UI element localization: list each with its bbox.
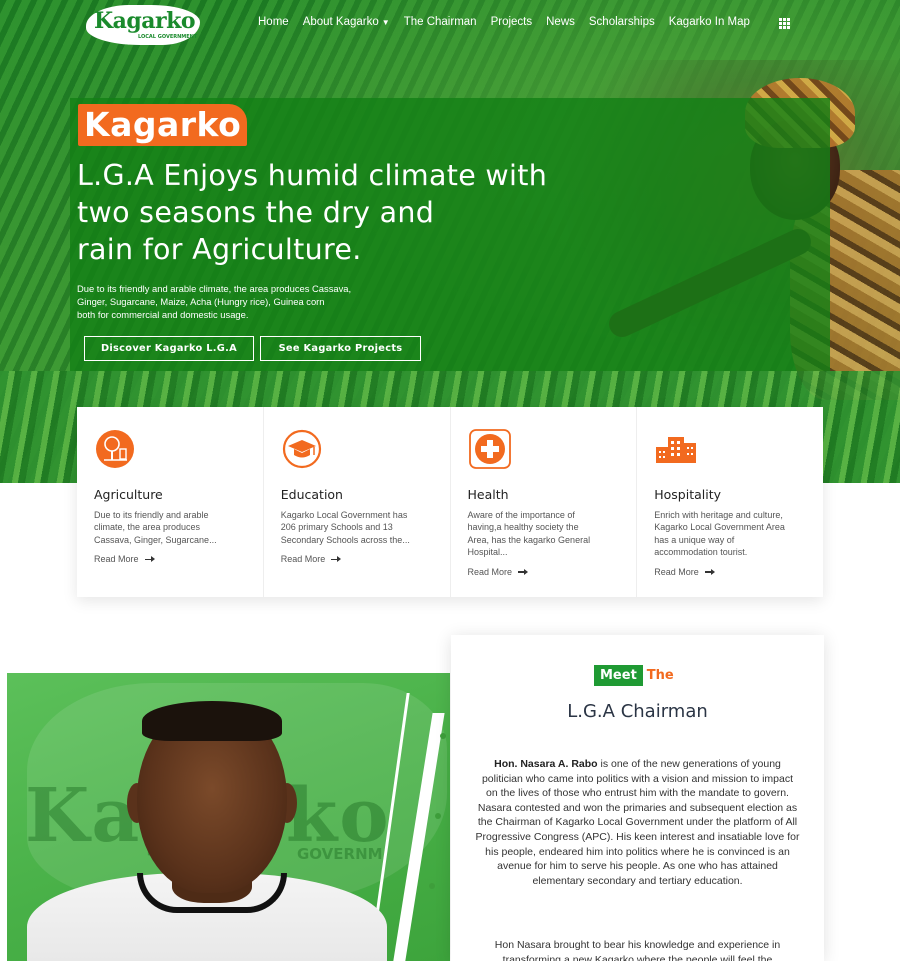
feature-text: Aware of the importance of having,a heal… [468, 509, 621, 559]
feature-text-line: 206 primary Schools and 13 [280, 522, 393, 533]
nav-item-label: Kagarko In Map [668, 16, 750, 28]
arrow-right-icon [331, 555, 342, 563]
feature-card-agriculture: Agriculture Due to its friendly and arab… [77, 407, 264, 597]
feature-text: Kagarko Local Government has 206 primary… [281, 509, 434, 546]
feature-text-line: Aware of the importance of [467, 510, 575, 520]
read-more-link[interactable]: Read More [468, 567, 621, 577]
read-more-label: Read More [280, 554, 326, 565]
chairman-name: Hon. Nasara A. Rabo [494, 758, 598, 770]
hero-badge: Kagarko [78, 104, 248, 146]
chairman-card: Meet The L.G.A Chairman Hon. Nasara A. R… [451, 635, 824, 961]
nav-item-label: Home [258, 16, 289, 28]
chevron-down-icon: ▼ [381, 17, 390, 27]
read-more-label: Read More [94, 554, 139, 565]
hotel-building-icon [654, 429, 698, 469]
read-more-label: Read More [467, 566, 513, 577]
nav-item-chairman[interactable]: The Chairman [404, 16, 477, 28]
logo-text: Kagarko [94, 8, 196, 34]
hero-headline: L.G.A Enjoys humid climate with two seas… [77, 157, 677, 268]
tree-icon [94, 429, 138, 469]
chairman-bio-continued: Hon Nasara brought to bear his knowledge… [494, 939, 781, 961]
feature-text-line: Area, has the kagarko General [467, 534, 591, 545]
hero-headline-line: L.G.A Enjoys humid climate with [77, 159, 548, 192]
nav-item-scholarships[interactable]: Scholarships [589, 16, 655, 28]
nav-item-home[interactable]: Home [258, 16, 289, 28]
feature-text-line: Secondary Schools across the... [280, 534, 410, 545]
arrow-right-icon [704, 568, 715, 576]
hero-description: Due to its friendly and arable climate, … [77, 282, 407, 322]
feature-text-line: accommodation tourist. [654, 547, 748, 558]
discover-button[interactable]: Discover Kagarko L.G.A [84, 336, 254, 361]
nav-item-news[interactable]: News [546, 16, 575, 28]
arrow-right-icon [144, 555, 155, 563]
feature-title: Hospitality [654, 487, 722, 502]
feature-card-health: Health Aware of the importance of having… [451, 407, 638, 597]
feature-title: Education [280, 487, 343, 502]
feature-title: Agriculture [94, 487, 163, 502]
hero-headline-line: rain for Agriculture. [77, 233, 362, 266]
logo-subtext: LOCAL GOVERNMENT [138, 34, 198, 40]
kicker-highlight: Meet [594, 665, 643, 686]
decorative-dot [435, 813, 441, 819]
read-more-link[interactable]: Read More [654, 567, 807, 577]
feature-text-line: Cassava, Ginger, Sugarcane... [94, 534, 217, 545]
main-nav: Home About Kagarko ▼ The Chairman Projec… [258, 16, 764, 28]
nav-item-label: Projects [490, 16, 533, 28]
chairman-section-title: L.G.A Chairman [567, 701, 708, 722]
nav-item-label: The Chairman [403, 16, 477, 28]
feature-text-line: Enrich with heritage and culture, [654, 510, 783, 520]
hero-description-line: both for commercial and domestic usage. [77, 309, 249, 321]
watermark-subtext: GOVERNM [297, 845, 383, 863]
medical-cross-icon [468, 429, 512, 469]
feature-text: Enrich with heritage and culture, Kagark… [654, 509, 807, 559]
nav-item-about[interactable]: About Kagarko ▼ [303, 16, 390, 28]
grid-icon[interactable] [779, 18, 790, 29]
hero-description-line: Due to its friendly and arable climate, … [77, 283, 352, 294]
feature-text-line: Due to its friendly and arable [94, 510, 209, 520]
section-kicker: Meet The [594, 665, 674, 686]
nav-item-label: News [546, 16, 575, 28]
nav-item-label: About Kagarko [302, 16, 379, 28]
hero-badge-text: Kagarko [84, 105, 242, 144]
feature-text-line: Hospital... [467, 547, 508, 558]
feature-card-education: Education Kagarko Local Government has 2… [264, 407, 451, 597]
read-more-link[interactable]: Read More [94, 554, 247, 564]
hero-headline-line: two seasons the dry and [77, 196, 435, 229]
nav-item-map[interactable]: Kagarko In Map [669, 16, 750, 28]
feature-text-line: Kagarko Local Government has [280, 510, 408, 520]
nav-item-label: Scholarships [588, 16, 655, 28]
feature-text-line: has a unique way of [654, 534, 735, 545]
feature-text-line: having,a healthy society the [467, 522, 579, 533]
chairman-bio-text: is one of the new generations of young p… [475, 758, 800, 887]
read-more-label: Read More [654, 566, 699, 577]
decorative-dot [440, 733, 446, 739]
arrow-right-icon [518, 568, 529, 576]
site-logo[interactable]: Kagarko LOCAL GOVERNMENT [86, 5, 200, 45]
feature-text-line: Kagarko Local Government Area [654, 522, 785, 533]
chairman-hair [142, 701, 282, 741]
top-navbar: Kagarko LOCAL GOVERNMENT Home About Kaga… [0, 0, 900, 50]
feature-title: Health [467, 487, 509, 502]
chairman-bio: Hon. Nasara A. Rabo is one of the new ge… [475, 757, 800, 888]
hero-description-line: Ginger, Sugarcane, Maize, Acha (Hungry r… [77, 296, 325, 308]
see-projects-button[interactable]: See Kagarko Projects [260, 336, 421, 361]
decorative-dot [429, 883, 435, 889]
feature-card-hospitality: Hospitality Enrich with heritage and cul… [637, 407, 823, 597]
feature-text-line: climate, the area produces [94, 522, 201, 533]
neckband-headset [137, 873, 287, 913]
graduation-cap-icon [281, 429, 325, 469]
kicker-text: The [646, 668, 674, 683]
feature-cards: Agriculture Due to its friendly and arab… [77, 407, 823, 597]
nav-item-projects[interactable]: Projects [491, 16, 533, 28]
read-more-link[interactable]: Read More [281, 554, 434, 564]
chairman-photo-panel: Kagarko GOVERNM [7, 673, 450, 961]
feature-text: Due to its friendly and arable climate, … [94, 509, 247, 546]
